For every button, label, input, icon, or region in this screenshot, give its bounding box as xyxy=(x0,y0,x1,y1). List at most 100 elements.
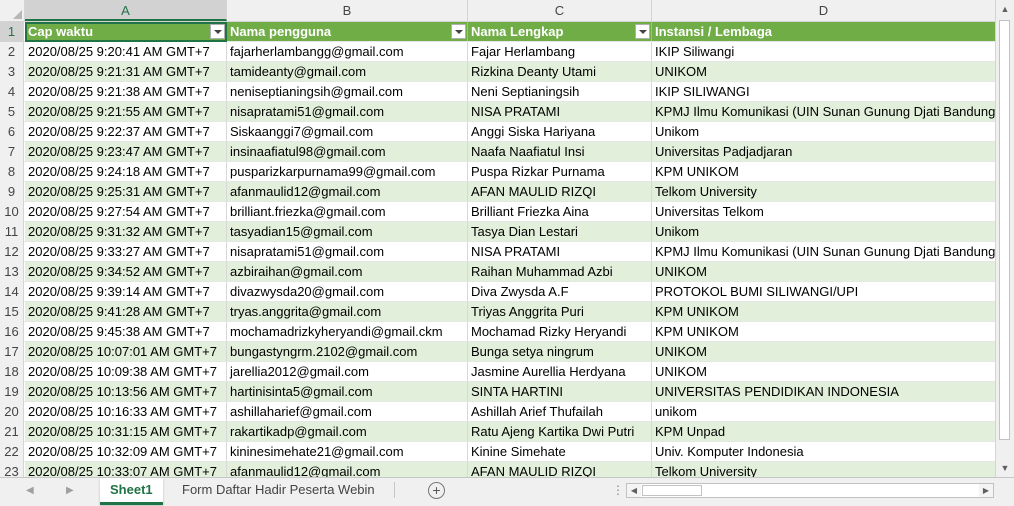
row-number[interactable]: 7 xyxy=(0,142,24,162)
scroll-down-arrow-icon[interactable]: ▼ xyxy=(996,459,1014,477)
row-number[interactable]: 5 xyxy=(0,102,24,122)
cell-instansi[interactable]: UNIKOM xyxy=(652,262,996,281)
cell-instansi[interactable]: Universitas Padjadjaran xyxy=(652,142,996,161)
cell-cap-waktu[interactable]: 2020/08/25 9:21:55 AM GMT+7 xyxy=(25,102,227,121)
cell-instansi[interactable]: Unikom xyxy=(652,222,996,241)
column-header-d[interactable]: D xyxy=(652,0,996,21)
cell-nama-lengkap[interactable]: Puspa Rizkar Purnama xyxy=(468,162,652,181)
horizontal-scroll-thumb[interactable] xyxy=(642,485,702,496)
tab-scroll-left-icon[interactable]: ◀ xyxy=(26,485,34,496)
scroll-right-arrow-icon[interactable]: ▶ xyxy=(979,484,993,497)
cell-nama-lengkap[interactable]: NISA PRATAMI xyxy=(468,242,652,261)
cell-cap-waktu[interactable]: 2020/08/25 9:33:27 AM GMT+7 xyxy=(25,242,227,261)
cell-nama-lengkap[interactable]: Kinine Simehate xyxy=(468,442,652,461)
cell-nama-lengkap[interactable]: Ashillah Arief Thufailah xyxy=(468,402,652,421)
cell-nama-pengguna[interactable]: kininesimehate21@gmail.com xyxy=(227,442,468,461)
row-number[interactable]: 19 xyxy=(0,382,24,402)
row-number[interactable]: 8 xyxy=(0,162,24,182)
cell-nama-pengguna[interactable]: afanmaulid12@gmail.com xyxy=(227,182,468,201)
cell-instansi[interactable]: KPM Unpad xyxy=(652,422,996,441)
cell-nama-pengguna[interactable]: fajarherlambangg@gmail.com xyxy=(227,42,468,61)
cell-instansi[interactable]: Telkom University xyxy=(652,182,996,201)
row-number[interactable]: 23 xyxy=(0,462,24,477)
cell-instansi[interactable]: KPMJ Ilmu Komunikasi (UIN Sunan Gunung D… xyxy=(652,242,996,261)
cell-cap-waktu[interactable]: 2020/08/25 9:21:38 AM GMT+7 xyxy=(25,82,227,101)
row-number[interactable]: 21 xyxy=(0,422,24,442)
cell-nama-lengkap[interactable]: AFAN MAULID RIZQI xyxy=(468,182,652,201)
row-number[interactable]: 9 xyxy=(0,182,24,202)
cell-nama-pengguna[interactable]: brilliant.friezka@gmail.com xyxy=(227,202,468,221)
row-number[interactable]: 4 xyxy=(0,82,24,102)
cell-nama-pengguna[interactable]: nisapratami51@gmail.com xyxy=(227,242,468,261)
cell-instansi[interactable]: IKIP Siliwangi xyxy=(652,42,996,61)
row-number[interactable]: 13 xyxy=(0,262,24,282)
cell-nama-lengkap[interactable]: Rizkina Deanty Utami xyxy=(468,62,652,81)
cell-nama-pengguna[interactable]: rakartikadp@gmail.com xyxy=(227,422,468,441)
row-number[interactable]: 3 xyxy=(0,62,24,82)
cell-cap-waktu[interactable]: 2020/08/25 9:23:47 AM GMT+7 xyxy=(25,142,227,161)
cell-nama-lengkap[interactable]: Brilliant Friezka Aina xyxy=(468,202,652,221)
cell-instansi[interactable]: PROTOKOL BUMI SILIWANGI/UPI xyxy=(652,282,996,301)
cell-nama-lengkap[interactable]: Triyas Anggrita Puri xyxy=(468,302,652,321)
cell-nama-pengguna[interactable]: afanmaulid12@gmail.com xyxy=(227,462,468,477)
cell-instansi[interactable]: IKIP SILIWANGI xyxy=(652,82,996,101)
cell-cap-waktu[interactable]: 2020/08/25 10:32:09 AM GMT+7 xyxy=(25,442,227,461)
cell-cap-waktu[interactable]: 2020/08/25 9:41:28 AM GMT+7 xyxy=(25,302,227,321)
add-sheet-icon[interactable]: + xyxy=(428,482,445,499)
cell-nama-lengkap[interactable]: Naafa Naafiatul Insi xyxy=(468,142,652,161)
header-cell-cap-waktu[interactable]: Cap waktu xyxy=(25,22,227,41)
tab-sheet1[interactable]: Sheet1 xyxy=(100,478,163,505)
column-header-b[interactable]: B xyxy=(227,0,468,21)
cell-nama-pengguna[interactable]: jarellia2012@gmail.com xyxy=(227,362,468,381)
cell-nama-pengguna[interactable]: insinaafiatul98@gmail.com xyxy=(227,142,468,161)
cell-cap-waktu[interactable]: 2020/08/25 9:20:41 AM GMT+7 xyxy=(25,42,227,61)
cell-nama-lengkap[interactable]: Mochamad Rizky Heryandi xyxy=(468,322,652,341)
cell-instansi[interactable]: Universitas Telkom xyxy=(652,202,996,221)
cell-nama-pengguna[interactable]: tasyadian15@gmail.com xyxy=(227,222,468,241)
cell-cap-waktu[interactable]: 2020/08/25 10:31:15 AM GMT+7 xyxy=(25,422,227,441)
column-header-a[interactable]: A xyxy=(25,0,227,21)
filter-dropdown-icon[interactable] xyxy=(451,24,466,39)
row-number[interactable]: 22 xyxy=(0,442,24,462)
cell-cap-waktu[interactable]: 2020/08/25 10:33:07 AM GMT+7 xyxy=(25,462,227,477)
cell-instansi[interactable]: UNIVERSITAS PENDIDIKAN INDONESIA xyxy=(652,382,996,401)
cell-instansi[interactable]: unikom xyxy=(652,402,996,421)
cell-cap-waktu[interactable]: 2020/08/25 9:27:54 AM GMT+7 xyxy=(25,202,227,221)
cell-nama-pengguna[interactable]: Siskaanggi7@gmail.com xyxy=(227,122,468,141)
row-number[interactable]: 12 xyxy=(0,242,24,262)
cell-nama-pengguna[interactable]: pusparizkarpurnama99@gmail.com xyxy=(227,162,468,181)
cell-cap-waktu[interactable]: 2020/08/25 9:34:52 AM GMT+7 xyxy=(25,262,227,281)
cell-nama-lengkap[interactable]: Neni Septianingsih xyxy=(468,82,652,101)
cell-nama-lengkap[interactable]: Raihan Muhammad Azbi xyxy=(468,262,652,281)
header-cell-nama-lengkap[interactable]: Nama Lengkap xyxy=(468,22,652,41)
cell-nama-pengguna[interactable]: divazwysda20@gmail.com xyxy=(227,282,468,301)
cell-instansi[interactable]: UNIKOM xyxy=(652,342,996,361)
cell-instansi[interactable]: KPM UNIKOM xyxy=(652,302,996,321)
row-number[interactable]: 10 xyxy=(0,202,24,222)
cell-cap-waktu[interactable]: 2020/08/25 9:31:32 AM GMT+7 xyxy=(25,222,227,241)
cell-cap-waktu[interactable]: 2020/08/25 9:22:37 AM GMT+7 xyxy=(25,122,227,141)
row-number[interactable]: 11 xyxy=(0,222,24,242)
row-number[interactable]: 16 xyxy=(0,322,24,342)
cell-nama-pengguna[interactable]: tryas.anggrita@gmail.com xyxy=(227,302,468,321)
cell-instansi[interactable]: Unikom xyxy=(652,122,996,141)
cell-nama-pengguna[interactable]: tamideanty@gmail.com xyxy=(227,62,468,81)
row-number[interactable]: 18 xyxy=(0,362,24,382)
header-cell-nama-pengguna[interactable]: Nama pengguna xyxy=(227,22,468,41)
row-number[interactable]: 1 xyxy=(0,22,24,42)
scroll-up-arrow-icon[interactable]: ▲ xyxy=(996,0,1014,18)
cell-nama-lengkap[interactable]: SINTA HARTINI xyxy=(468,382,652,401)
tab-scroll-right-icon[interactable]: ▶ xyxy=(66,485,74,496)
row-number[interactable]: 6 xyxy=(0,122,24,142)
row-number[interactable]: 17 xyxy=(0,342,24,362)
spreadsheet-grid[interactable]: A B C D 1 Cap waktu Nama pengguna Nama L… xyxy=(0,0,996,477)
header-cell-instansi[interactable]: Instansi / Lembaga xyxy=(652,22,996,41)
cell-nama-pengguna[interactable]: hartinisinta5@gmail.com xyxy=(227,382,468,401)
row-number[interactable]: 15 xyxy=(0,302,24,322)
cell-nama-pengguna[interactable]: ashillaharief@gmail.com xyxy=(227,402,468,421)
cell-nama-pengguna[interactable]: nisapratami51@gmail.com xyxy=(227,102,468,121)
row-number[interactable]: 20 xyxy=(0,402,24,422)
cell-nama-lengkap[interactable]: Jasmine Aurellia Herdyana xyxy=(468,362,652,381)
cell-instansi[interactable]: KPM UNIKOM xyxy=(652,162,996,181)
filter-dropdown-icon[interactable] xyxy=(635,24,650,39)
